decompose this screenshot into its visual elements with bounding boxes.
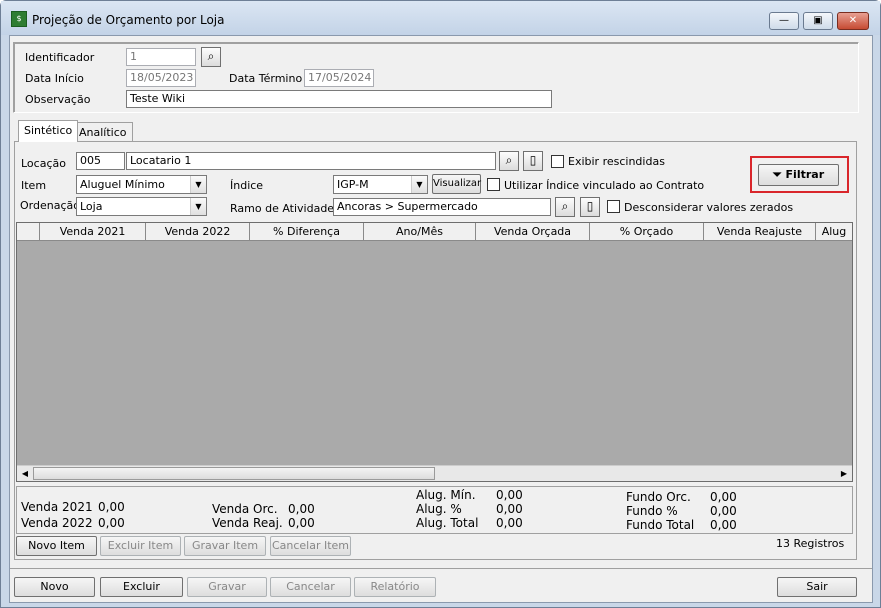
- alug-pct-label: Alug. %: [416, 502, 462, 516]
- binoculars-icon[interactable]: ⌕: [555, 197, 575, 217]
- visualizar-button[interactable]: Visualizar: [432, 174, 481, 194]
- grid-header: Venda 2021 Venda 2022 % Diferença Ano/Mê…: [17, 223, 852, 241]
- data-termino-label: Data Término: [229, 72, 303, 85]
- venda-2021-value: 0,00: [98, 500, 125, 514]
- observacao-field[interactable]: Teste Wiki: [126, 90, 552, 108]
- grid-col-orcado[interactable]: % Orçado: [590, 223, 704, 241]
- venda-2021-label: Venda 2021: [21, 500, 93, 514]
- grid-col-venda-2022[interactable]: Venda 2022: [146, 223, 250, 241]
- indice-label: Índice: [230, 179, 264, 192]
- data-termino-field[interactable]: 17/05/2024: [304, 69, 374, 87]
- fundo-pct-label: Fundo %: [626, 504, 678, 518]
- relatorio-button[interactable]: Relatório: [354, 577, 436, 597]
- scroll-thumb[interactable]: [33, 467, 435, 480]
- alug-min-label: Alug. Mín.: [416, 488, 476, 502]
- grid-col-venda-orcada[interactable]: Venda Orçada: [476, 223, 590, 241]
- tab-sintetico[interactable]: Sintético: [18, 120, 79, 142]
- close-button[interactable]: ✕: [837, 12, 869, 30]
- item-select[interactable]: Aluguel Mínimo ▼: [76, 175, 207, 194]
- fundo-orc-label: Fundo Orc.: [626, 490, 691, 504]
- alug-min-value: 0,00: [496, 488, 523, 502]
- venda-reaj-value: 0,00: [288, 516, 315, 530]
- venda-reaj-label: Venda Reaj.: [212, 516, 283, 530]
- ramo-field[interactable]: Ancoras > Supermercado: [333, 198, 551, 216]
- grid-col-indicator[interactable]: [17, 223, 40, 241]
- tab-analitico[interactable]: Analítico: [73, 122, 133, 142]
- filter-icon: ⏷: [772, 168, 782, 181]
- locacao-name-field[interactable]: Locatario 1: [126, 152, 496, 170]
- grid-col-alug[interactable]: Alug: [816, 223, 852, 241]
- novo-item-button[interactable]: Novo Item: [16, 536, 97, 556]
- data-grid[interactable]: Venda 2021 Venda 2022 % Diferença Ano/Mê…: [16, 222, 853, 482]
- utilizar-indice-label: Utilizar Índice vinculado ao Contrato: [504, 179, 705, 192]
- item-label: Item: [21, 179, 47, 192]
- desconsiderar-checkbox[interactable]: [607, 200, 620, 213]
- venda-2022-label: Venda 2022: [21, 516, 93, 530]
- locacao-code-field[interactable]: 005: [76, 152, 125, 170]
- locacao-label: Locação: [21, 157, 66, 170]
- chevron-down-icon[interactable]: ▼: [190, 198, 206, 215]
- window-title: Projeção de Orçamento por Loja: [32, 13, 225, 27]
- fundo-orc-value: 0,00: [710, 490, 737, 504]
- filtrar-label: Filtrar: [785, 168, 825, 181]
- novo-button[interactable]: Novo: [14, 577, 95, 597]
- exibir-rescindidas-label: Exibir rescindidas: [568, 155, 665, 168]
- alug-total-label: Alug. Total: [416, 516, 479, 530]
- utilizar-indice-checkbox[interactable]: [487, 178, 500, 191]
- excluir-item-button[interactable]: Excluir Item: [100, 536, 181, 556]
- desconsiderar-label: Desconsiderar valores zerados: [624, 201, 794, 214]
- indice-select-value: IGP-M: [337, 178, 369, 191]
- data-inicio-field[interactable]: 18/05/2023: [126, 69, 196, 87]
- app-window: $ Projeção de Orçamento por Loja — ▣ ✕ I…: [0, 0, 881, 608]
- data-inicio-label: Data Início: [25, 72, 84, 85]
- venda-orc-label: Venda Orc.: [212, 502, 278, 516]
- registros-count: 13 Registros: [776, 537, 845, 550]
- scroll-left-icon[interactable]: ◀: [17, 466, 33, 481]
- ordenacao-select[interactable]: Loja ▼: [76, 197, 207, 216]
- grid-col-venda-reajuste[interactable]: Venda Reajuste: [704, 223, 816, 241]
- cancelar-item-button[interactable]: Cancelar Item: [270, 536, 351, 556]
- indice-select[interactable]: IGP-M ▼: [333, 175, 428, 194]
- item-select-value: Aluguel Mínimo: [80, 178, 165, 191]
- horizontal-scrollbar[interactable]: ◀ ▶: [17, 465, 852, 481]
- binoculars-icon[interactable]: ⌕: [499, 151, 519, 171]
- venda-2022-value: 0,00: [98, 516, 125, 530]
- footer-divider: [10, 568, 872, 569]
- ordenacao-label: Ordenação: [20, 199, 80, 212]
- venda-orc-value: 0,00: [288, 502, 315, 516]
- identificador-field[interactable]: 1: [126, 48, 196, 66]
- grid-col-venda-2021[interactable]: Venda 2021: [40, 223, 146, 241]
- identificador-label: Identificador: [25, 51, 95, 64]
- alug-pct-value: 0,00: [496, 502, 523, 516]
- sair-button[interactable]: Sair: [777, 577, 857, 597]
- document-icon[interactable]: ▯: [580, 197, 600, 217]
- excluir-button[interactable]: Excluir: [100, 577, 183, 597]
- chevron-down-icon[interactable]: ▼: [411, 176, 427, 193]
- ramo-label: Ramo de Atividade: [230, 202, 335, 215]
- grid-col-ano-mes[interactable]: Ano/Mês: [364, 223, 476, 241]
- ordenacao-select-value: Loja: [80, 200, 103, 213]
- grid-col-diferenca[interactable]: % Diferença: [250, 223, 364, 241]
- chevron-down-icon[interactable]: ▼: [190, 176, 206, 193]
- binoculars-icon[interactable]: ⌕: [201, 47, 221, 67]
- maximize-button[interactable]: ▣: [803, 12, 833, 30]
- fundo-pct-value: 0,00: [710, 504, 737, 518]
- filtrar-button[interactable]: ⏷ Filtrar: [758, 164, 839, 186]
- client-area: Identificador 1 ⌕ Data Início 18/05/2023…: [9, 35, 873, 603]
- document-icon[interactable]: ▯: [523, 151, 543, 171]
- gravar-button[interactable]: Gravar: [187, 577, 267, 597]
- fundo-total-label: Fundo Total: [626, 518, 695, 532]
- fundo-total-value: 0,00: [710, 518, 737, 532]
- minimize-button[interactable]: —: [769, 12, 799, 30]
- gravar-item-button[interactable]: Gravar Item: [184, 536, 266, 556]
- alug-total-value: 0,00: [496, 516, 523, 530]
- app-icon: $: [11, 11, 27, 27]
- observacao-label: Observação: [25, 93, 91, 106]
- scroll-right-icon[interactable]: ▶: [836, 466, 852, 481]
- title-bar[interactable]: $ Projeção de Orçamento por Loja — ▣ ✕: [1, 1, 880, 35]
- exibir-rescindidas-checkbox[interactable]: [551, 155, 564, 168]
- cancelar-button[interactable]: Cancelar: [270, 577, 351, 597]
